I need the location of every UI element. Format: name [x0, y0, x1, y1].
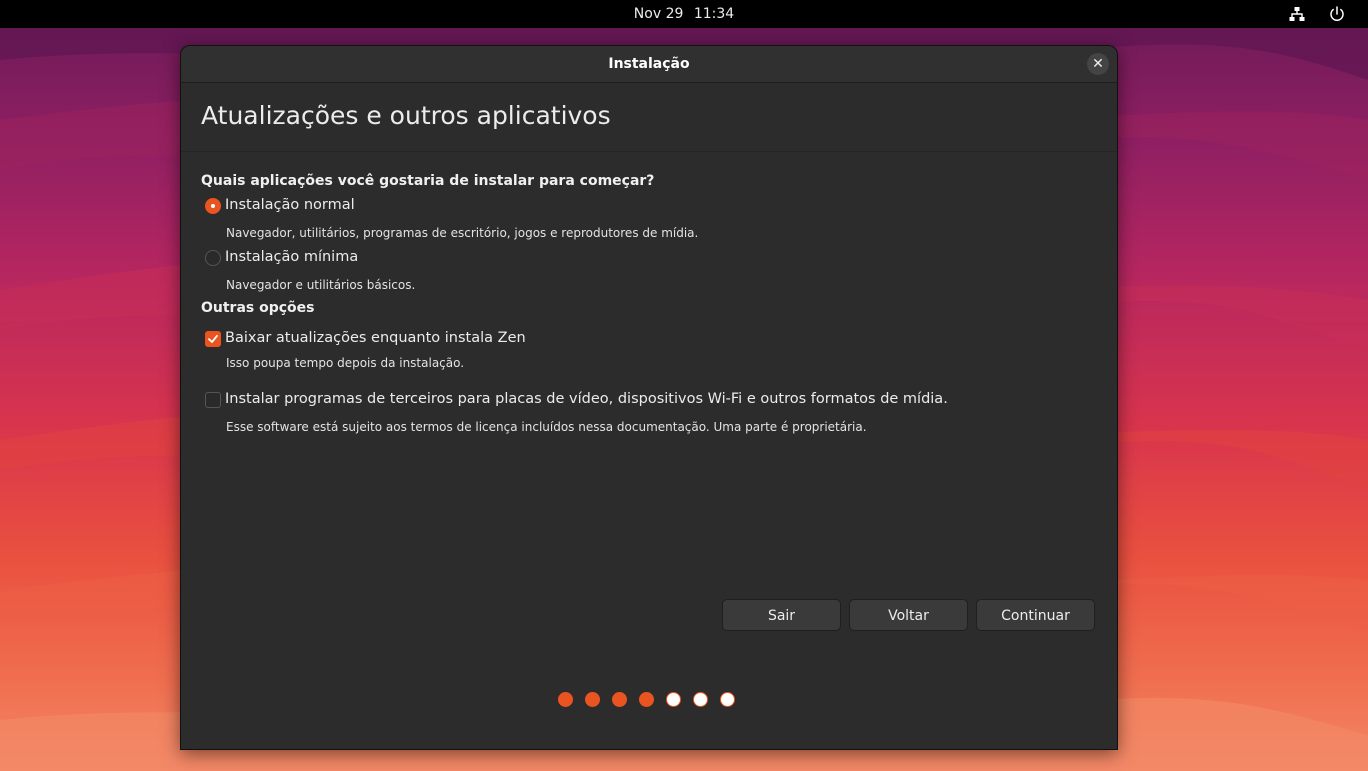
progress-dot-complete: [585, 692, 600, 707]
clock[interactable]: Nov 29 11:34: [0, 0, 1368, 28]
continue-button[interactable]: Continuar: [976, 599, 1095, 631]
back-button[interactable]: Voltar: [849, 599, 968, 631]
download-updates-description: Isso poupa tempo depois da instalação.: [226, 356, 465, 370]
page-title: Atualizações e outros aplicativos: [201, 101, 611, 130]
progress-dot-pending: [693, 692, 708, 707]
date-label: Nov 29: [633, 6, 684, 22]
progress-indicator: [558, 692, 748, 708]
minimal-install-label[interactable]: Instalação mínima: [225, 249, 358, 265]
top-bar: Nov 29 11:34: [0, 0, 1368, 28]
close-icon: ✕: [1092, 56, 1104, 72]
close-button[interactable]: ✕: [1087, 53, 1109, 75]
normal-install-description: Navegador, utilitários, programas de esc…: [226, 226, 699, 240]
network-icon[interactable]: [1288, 5, 1306, 23]
installer-window: Instalação ✕ Atualizações e outros aplic…: [180, 45, 1118, 750]
third-party-description: Esse software está sujeito aos termos de…: [226, 420, 867, 434]
progress-dot-complete: [639, 692, 654, 707]
progress-dot-pending: [666, 692, 681, 707]
progress-dot-complete: [558, 692, 573, 707]
other-options-heading: Outras opções: [201, 300, 315, 316]
normal-install-label[interactable]: Instalação normal: [225, 197, 355, 213]
third-party-label[interactable]: Instalar programas de terceiros para pla…: [225, 391, 948, 407]
download-updates-checkbox[interactable]: [205, 331, 221, 347]
minimal-install-radio[interactable]: [205, 250, 221, 266]
window-title: Instalação: [608, 56, 690, 72]
time-label: 11:34: [693, 6, 735, 22]
progress-dot-complete: [612, 692, 627, 707]
check-icon: [208, 334, 218, 343]
install-question: Quais aplicações você gostaria de instal…: [201, 173, 655, 189]
third-party-checkbox[interactable]: [205, 392, 221, 408]
window-headerbar[interactable]: Instalação ✕: [181, 46, 1117, 83]
power-icon[interactable]: [1328, 5, 1346, 23]
progress-dot-pending: [720, 692, 735, 707]
page-header: Atualizações e outros aplicativos: [181, 83, 1117, 152]
normal-install-radio[interactable]: [205, 198, 221, 214]
minimal-install-description: Navegador e utilitários básicos.: [226, 278, 416, 292]
quit-button[interactable]: Sair: [722, 599, 841, 631]
download-updates-label[interactable]: Baixar atualizações enquanto instala Zen: [225, 330, 526, 346]
